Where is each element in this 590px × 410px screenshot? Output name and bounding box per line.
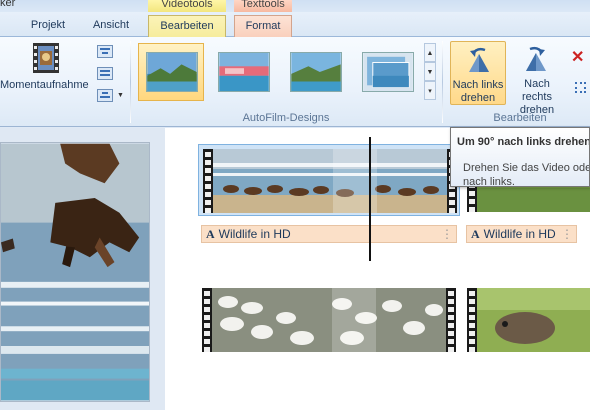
theme-thumbnail [362,52,414,92]
rotate-left-label-1: Nach links [452,79,504,91]
caption-2[interactable]: A Wildlife in HD ⋮ [466,225,577,243]
snapshot-label: Momentaufnahme [0,79,89,91]
gallery-more-icon[interactable]: ▾ [424,81,436,100]
tooltip-body-line-1: Drehen Sie das Video ode [463,162,590,174]
tooltip-title: Um 90° nach links drehen [457,136,590,148]
text-align-top-icon[interactable] [97,45,113,58]
clip-thumbnail [477,288,590,352]
app-title: ker [0,0,16,9]
tooltip: Um 90° nach links drehen Drehen Sie das … [450,127,590,187]
film-perforations [446,288,456,352]
theme-thumbnail [290,52,342,92]
theme-item-2[interactable] [210,43,276,101]
filmstrip-icon [33,43,59,73]
chevron-down-icon[interactable]: ▼ [117,92,124,99]
edit-group-label: Bearbeiten [493,112,547,124]
theme-gallery [136,43,426,103]
film-perforations [467,288,477,352]
clip-1[interactable] [198,144,460,216]
tab-format[interactable]: Format [234,15,292,37]
theme-item-3[interactable] [282,43,348,101]
text-align-bottom-icon[interactable] [97,89,113,102]
title-bar: ker [0,0,590,12]
themes-group-label: AutoFilm-Designs [242,112,330,124]
tab-ansicht[interactable]: Ansicht [90,15,132,37]
clip-filmstrip [467,288,590,352]
context-tab-videotools: Videotools [148,0,226,12]
ribbon-tabs: Projekt Ansicht Bearbeiten Format [0,12,590,37]
caption-1-text: Wildlife in HD [218,227,291,241]
theme-item-4[interactable] [354,43,420,101]
theme-thumbnail [218,52,270,92]
caption-2-text: Wildlife in HD [483,227,556,241]
gallery-down-icon[interactable]: ▼ [424,62,436,81]
caption-1[interactable]: A Wildlife in HD ⋮ [201,225,457,243]
text-caption-icon: A [471,227,480,241]
clip-thumbnail [212,288,446,352]
group-separator [442,41,443,123]
tab-projekt[interactable]: Projekt [28,15,68,37]
caption-handle-icon: ⋮ [441,227,453,241]
group-separator [130,41,131,123]
film-perforations [203,149,213,213]
ribbon: Momentaufnahme ▼ ▲ ▼ ▾ AutoFilm-Designs … [0,37,590,127]
clip-3[interactable] [198,284,460,356]
tab-bearbeiten[interactable]: Bearbeiten [148,15,226,37]
playhead[interactable] [369,137,371,261]
rotate-left-label: Nach links drehen [451,79,505,105]
gallery-scroll: ▲ ▼ ▾ [424,43,436,101]
text-align-middle-icon[interactable] [97,67,113,80]
video-preview[interactable] [0,142,150,402]
context-tab-texttools: Texttools [234,0,292,12]
caption-handle-icon: ⋮ [561,227,573,241]
clip-filmstrip [202,288,456,352]
gallery-up-icon[interactable]: ▲ [424,43,436,62]
film-perforations [202,288,212,352]
rotate-right-icon [526,46,546,71]
rotate-right-button[interactable]: Nach rechts drehen [508,41,566,116]
rotate-left-button[interactable]: Nach links drehen [450,41,506,105]
rotate-left-icon [469,47,489,72]
theme-thumbnail [146,52,198,92]
tooltip-body: Drehen Sie das Video ode nach links. [463,161,590,187]
clip-filmstrip [203,149,457,213]
remove-icon[interactable]: ✕ [571,47,584,67]
rotate-left-label-2: drehen [460,92,496,104]
clip-thumbnail [213,149,447,213]
text-caption-icon: A [206,227,215,241]
clip-4[interactable] [463,284,590,356]
preview-pane [0,128,165,410]
theme-item-1[interactable] [138,43,204,101]
rotate-right-label-1: Nach rechts [522,78,552,103]
select-all-icon[interactable] [575,82,586,93]
tooltip-body-line-2: nach links. [463,176,515,187]
